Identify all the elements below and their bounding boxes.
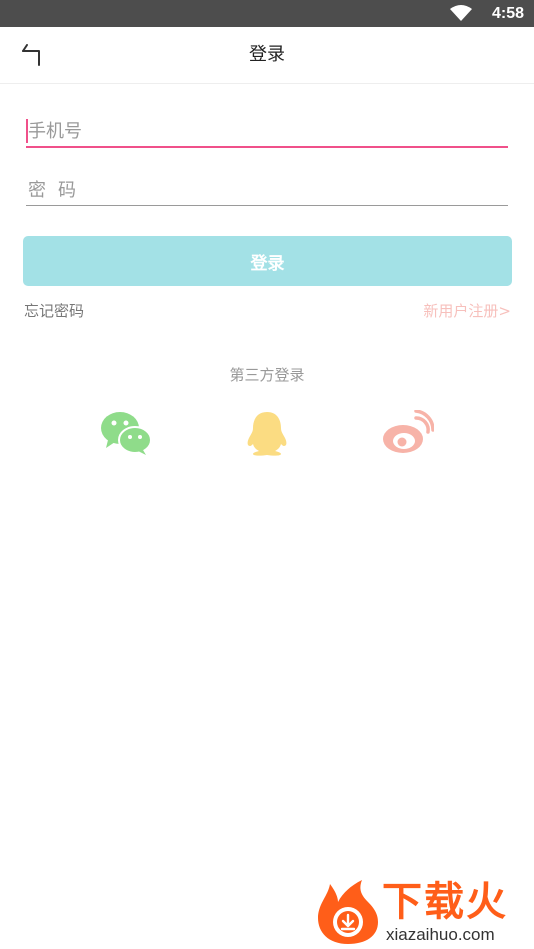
password-input[interactable] (26, 175, 508, 205)
phone-input[interactable] (26, 116, 508, 146)
nav-bar: 登录 (0, 27, 534, 84)
flame-download-icon (318, 880, 378, 944)
weibo-icon[interactable] (382, 410, 434, 456)
text-caret (26, 119, 28, 143)
third-party-title: 第三方登录 (229, 366, 305, 384)
password-field (26, 175, 508, 206)
wechat-icon[interactable] (100, 410, 152, 456)
watermark-title: 下载火 (382, 879, 508, 925)
watermark-url: xiazaihuo.com (386, 925, 495, 944)
page-title: 登录 (249, 44, 285, 65)
status-time: 4:58 (491, 5, 524, 22)
forgot-password-link[interactable]: 忘记密码 (24, 301, 84, 321)
login-button[interactable]: 登录 (23, 236, 512, 286)
wifi-icon (450, 5, 472, 21)
qq-icon[interactable] (241, 410, 293, 456)
status-bar: 4:58 (0, 0, 534, 27)
register-link[interactable]: 新用户注册> (423, 301, 511, 321)
phone-field (26, 116, 508, 148)
watermark-logo: 下载火 xiazaihuo.com (316, 878, 530, 946)
